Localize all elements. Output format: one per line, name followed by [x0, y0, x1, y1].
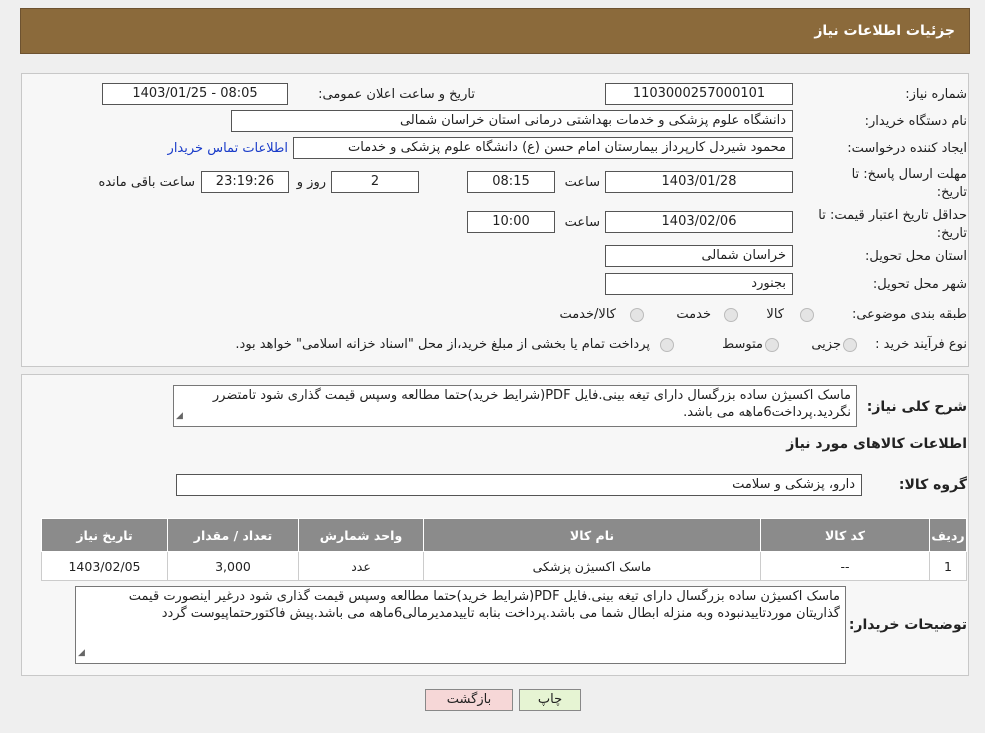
buyer-contact-link[interactable]: اطلاعات تماس خریدار	[168, 141, 288, 156]
process-label: نوع فرآیند خرید :	[875, 337, 967, 352]
category-goods-radio[interactable]	[800, 308, 814, 322]
row-number-cell: 1	[929, 551, 967, 581]
announce-label: تاریخ و ساعت اعلان عمومی:	[318, 87, 475, 102]
remaining-time-field: 23:19:26	[201, 171, 289, 193]
announce-field: 1403/01/25 - 08:05	[102, 83, 288, 105]
process-medium-label: متوسط	[722, 337, 763, 352]
buyer-org-label: نام دستگاه خریدار:	[864, 114, 967, 129]
category-service-radio[interactable]	[724, 308, 738, 322]
back-button[interactable]: بازگشت	[425, 689, 513, 711]
quantity-cell: 3,000	[167, 551, 299, 581]
goods-group-label: گروه کالا:	[898, 477, 967, 493]
category-label: طبقه بندی موضوعی:	[851, 307, 967, 322]
remaining-label: ساعت باقی مانده	[98, 175, 195, 190]
validity-label: حداقل تاریخ اعتبار قیمت: تا تاریخ:	[818, 208, 967, 241]
validity-time-label: ساعت	[564, 215, 600, 230]
goods-code-cell: --	[760, 551, 930, 581]
table-row: 1 -- ماسک اکسیژن پزشکی عدد 3,000 1403/02…	[41, 551, 967, 581]
requester-label: ایجاد کننده درخواست:	[847, 141, 967, 156]
col-row-number: ردیف	[929, 518, 967, 552]
treasury-checkbox[interactable]	[660, 338, 674, 352]
col-goods-code: کد کالا	[760, 518, 930, 552]
description-textarea[interactable]: ماسک اکسیژن ساده بزرگسال دارای تیغه بینی…	[173, 385, 857, 427]
treasury-note: پرداخت تمام یا بخشی از مبلغ خرید،از محل …	[235, 337, 650, 352]
category-both-radio[interactable]	[630, 308, 644, 322]
buyer-notes-textarea[interactable]: ماسک اکسیژن ساده بزرگسال دارای تیغه بینی…	[75, 586, 846, 664]
province-label: استان محل تحویل:	[865, 249, 967, 264]
goods-group-field: دارو، پزشکی و سلامت	[176, 474, 862, 496]
deadline-time-label: ساعت	[564, 175, 600, 190]
col-quantity: تعداد / مقدار	[167, 518, 299, 552]
col-goods-name: نام کالا	[423, 518, 761, 552]
need-number-label: شماره نیاز:	[905, 87, 967, 102]
deadline-days-field: 2	[331, 171, 419, 193]
need-number-field: 1103000257000101	[605, 83, 793, 105]
deadline-date-field: 1403/01/28	[605, 171, 793, 193]
validity-date-field: 1403/02/06	[605, 211, 793, 233]
city-label: شهر محل تحویل:	[872, 277, 967, 292]
requester-field: محمود شیردل کارپرداز بیمارستان امام حسن …	[293, 137, 793, 159]
buyer-org-field: دانشگاه علوم پزشکی و خدمات بهداشتی درمان…	[231, 110, 793, 132]
deadline-time-field: 08:15	[467, 171, 555, 193]
print-button[interactable]: چاپ	[519, 689, 581, 711]
province-field: خراسان شمالی	[605, 245, 793, 267]
need-date-cell: 1403/02/05	[41, 551, 168, 581]
validity-time-field: 10:00	[467, 211, 555, 233]
category-goods-label: کالا	[766, 307, 784, 322]
process-minor-radio[interactable]	[843, 338, 857, 352]
page-title: جزئیات اطلاعات نیاز	[814, 23, 955, 39]
category-both-label: کالا/خدمت	[559, 307, 616, 322]
deadline-label: مهلت ارسال پاسخ: تا تاریخ:	[851, 167, 967, 200]
process-minor-label: جزیی	[811, 337, 841, 352]
resize-grip-icon[interactable]: ◢	[78, 645, 85, 662]
goods-section-title: اطلاعات کالاهای مورد نیاز	[786, 436, 967, 452]
process-medium-radio[interactable]	[765, 338, 779, 352]
goods-table-header-row: ردیف کد کالا نام کالا واحد شمارش تعداد /…	[41, 518, 967, 552]
col-unit: واحد شمارش	[298, 518, 424, 552]
goods-name-cell: ماسک اکسیژن پزشکی	[423, 551, 761, 581]
resize-grip-icon[interactable]: ◢	[176, 408, 183, 425]
buyer-notes-text: ماسک اکسیژن ساده بزرگسال دارای تیغه بینی…	[128, 589, 840, 621]
col-need-date: تاریخ نیاز	[41, 518, 168, 552]
days-label: روز و	[296, 175, 326, 190]
city-field: بجنورد	[605, 273, 793, 295]
goods-table: ردیف کد کالا نام کالا واحد شمارش تعداد /…	[41, 518, 967, 581]
page-header: جزئیات اطلاعات نیاز	[20, 8, 970, 54]
description-label: شرح کلی نیاز:	[866, 399, 967, 415]
description-text: ماسک اکسیژن ساده بزرگسال دارای تیغه بینی…	[212, 388, 851, 420]
unit-cell: عدد	[298, 551, 424, 581]
category-service-label: خدمت	[676, 307, 711, 322]
buyer-notes-label: توضیحات خریدار:	[848, 617, 967, 633]
